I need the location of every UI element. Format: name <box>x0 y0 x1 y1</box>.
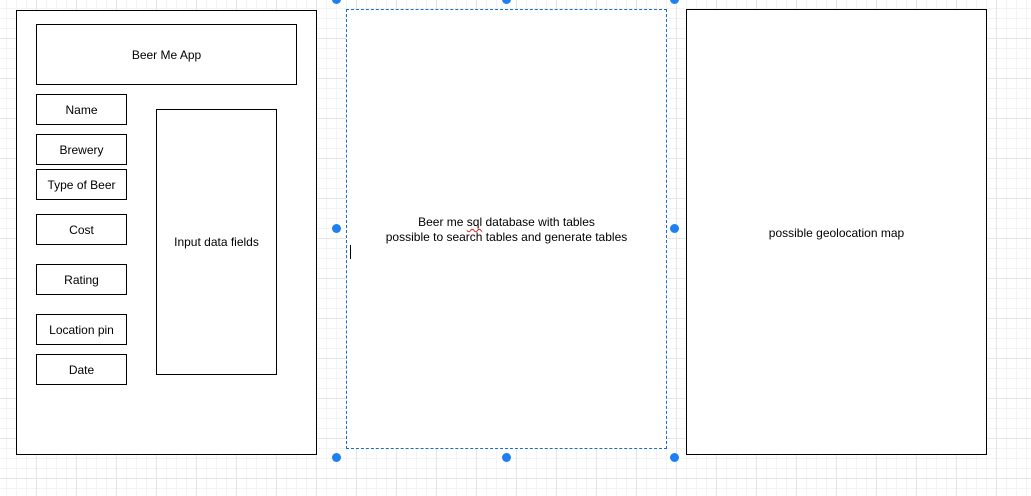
database-description[interactable]: Beer me sql database with tables possibl… <box>347 215 666 259</box>
database-panel[interactable]: Beer me sql database with tables possibl… <box>346 9 667 449</box>
resize-handle-top-right[interactable] <box>670 0 679 4</box>
field-box-name[interactable]: Name <box>36 94 127 125</box>
spellcheck-word: sql <box>466 215 483 229</box>
field-label: Location pin <box>49 322 114 337</box>
resize-handle-bottom-left[interactable] <box>332 453 341 462</box>
geolocation-map-panel[interactable]: possible geolocation map <box>686 9 987 455</box>
resize-handle-top-left[interactable] <box>332 0 341 4</box>
field-box-type-of-beer[interactable]: Type of Beer <box>36 169 127 200</box>
field-label: Rating <box>64 272 99 287</box>
app-title-label: Beer Me App <box>131 47 202 62</box>
geolocation-map-label: possible geolocation map <box>768 226 905 240</box>
field-label: Cost <box>69 222 94 237</box>
field-box-rating[interactable]: Rating <box>36 264 127 295</box>
database-line-2: possible to search tables and generate t… <box>347 230 666 259</box>
field-label: Name <box>65 102 98 117</box>
field-box-brewery[interactable]: Brewery <box>36 134 127 165</box>
input-data-fields-label: Input data fields <box>174 235 259 249</box>
line1-suffix: database with tables <box>482 215 595 229</box>
resize-handle-middle-left[interactable] <box>332 224 341 233</box>
resize-handle-middle-right[interactable] <box>670 224 679 233</box>
text-cursor <box>350 245 351 259</box>
resize-handle-top-center[interactable] <box>502 0 511 4</box>
field-label: Brewery <box>59 142 104 157</box>
field-label: Date <box>68 362 95 377</box>
field-label: Type of Beer <box>47 177 116 192</box>
resize-handle-bottom-right[interactable] <box>670 453 679 462</box>
input-data-fields-box[interactable]: Input data fields <box>156 109 277 375</box>
field-box-cost[interactable]: Cost <box>36 214 127 245</box>
database-line-1: Beer me sql database with tables <box>347 215 666 230</box>
resize-handle-bottom-center[interactable] <box>502 453 511 462</box>
field-box-date[interactable]: Date <box>36 354 127 385</box>
line2-text: possible to search tables and generate t… <box>385 230 628 244</box>
app-title-box[interactable]: Beer Me App <box>36 24 297 85</box>
line1-prefix: Beer me <box>418 215 467 229</box>
field-box-location-pin[interactable]: Location pin <box>36 314 127 345</box>
